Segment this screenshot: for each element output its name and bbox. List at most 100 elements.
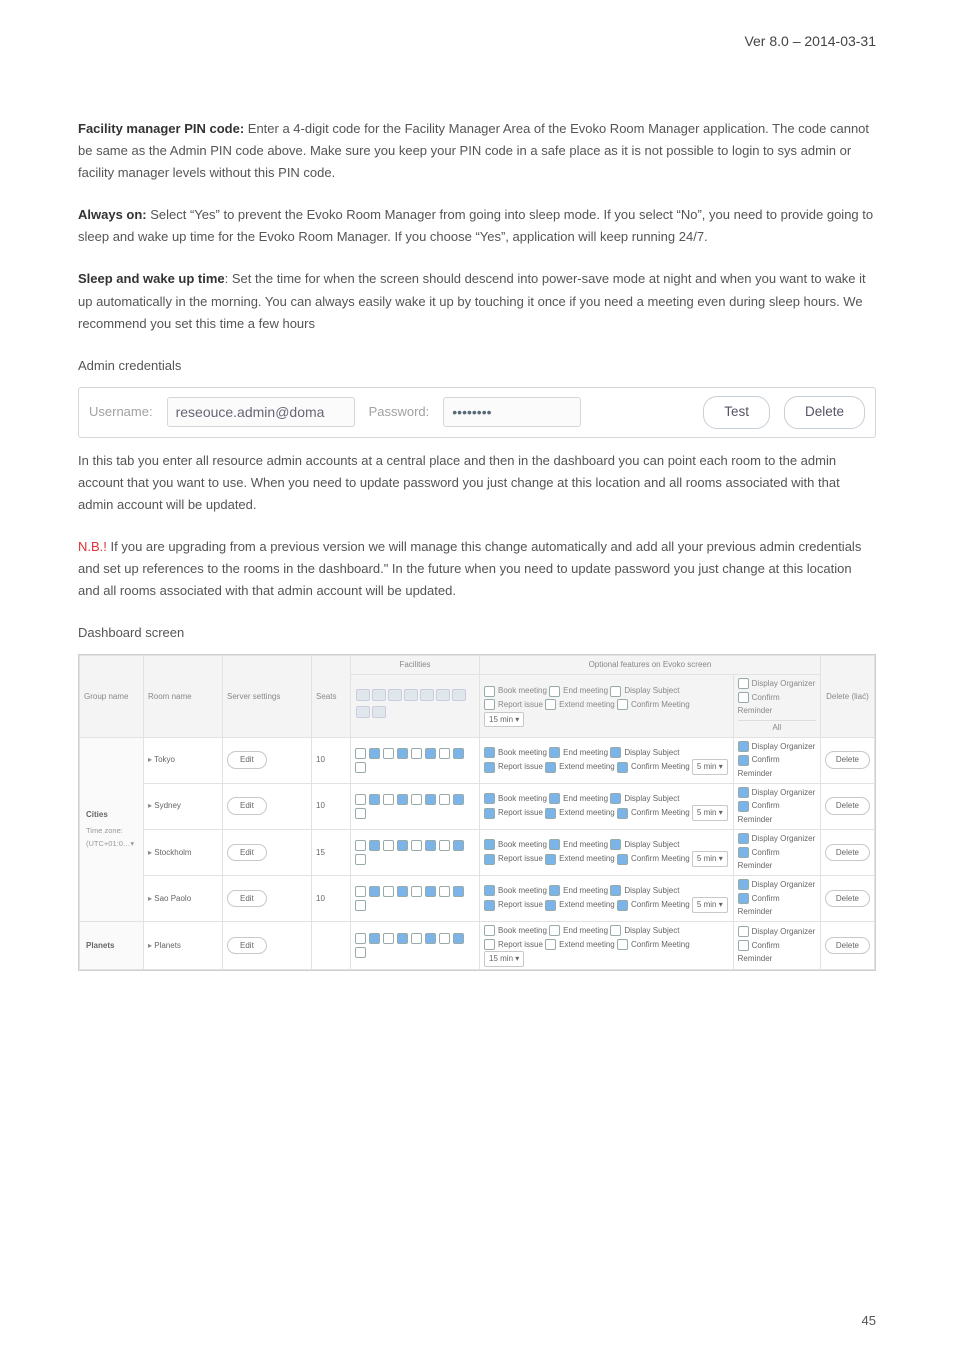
facility-check[interactable]: [425, 933, 436, 944]
opt-check[interactable]: [617, 900, 628, 911]
opt-check[interactable]: [617, 854, 628, 865]
username-input[interactable]: [167, 397, 355, 427]
test-button[interactable]: Test: [703, 396, 770, 429]
facility-check[interactable]: [383, 886, 394, 897]
delete-button[interactable]: Delete: [784, 396, 865, 429]
opt-check[interactable]: [610, 925, 621, 936]
minutes-select[interactable]: 5 min ▾: [692, 805, 728, 821]
opt-check[interactable]: [545, 939, 556, 950]
opt-check[interactable]: [738, 741, 749, 752]
edit-button[interactable]: Edit: [227, 937, 267, 955]
password-input[interactable]: [443, 397, 581, 427]
facility-check[interactable]: [383, 840, 394, 851]
opt-check[interactable]: [484, 793, 495, 804]
opt-check[interactable]: [610, 747, 621, 758]
facility-check[interactable]: [383, 933, 394, 944]
row-delete-button[interactable]: Delete: [825, 751, 870, 769]
opt-check[interactable]: [549, 747, 560, 758]
row-delete-button[interactable]: Delete: [825, 797, 870, 815]
edit-button[interactable]: Edit: [227, 890, 267, 908]
facility-check[interactable]: [397, 886, 408, 897]
facility-check[interactable]: [369, 933, 380, 944]
opt-check[interactable]: [610, 839, 621, 850]
facility-check[interactable]: [453, 748, 464, 759]
opt-check[interactable]: [549, 925, 560, 936]
opt-check[interactable]: [549, 839, 560, 850]
facility-check[interactable]: [411, 840, 422, 851]
opt-check[interactable]: [738, 940, 749, 951]
facility-check[interactable]: [355, 854, 366, 865]
facility-check[interactable]: [411, 933, 422, 944]
opt-check[interactable]: [738, 801, 749, 812]
facility-check[interactable]: [453, 840, 464, 851]
opt-check[interactable]: [545, 808, 556, 819]
opt-check[interactable]: [484, 925, 495, 936]
facility-check[interactable]: [355, 947, 366, 958]
facility-check[interactable]: [397, 840, 408, 851]
opt-check[interactable]: [484, 885, 495, 896]
facility-check[interactable]: [453, 933, 464, 944]
facility-check[interactable]: [453, 886, 464, 897]
minutes-select[interactable]: 5 min ▾: [692, 851, 728, 867]
opt-check[interactable]: [549, 793, 560, 804]
opt-check[interactable]: [617, 939, 628, 950]
opt-check[interactable]: [738, 879, 749, 890]
edit-button[interactable]: Edit: [227, 797, 267, 815]
facility-check[interactable]: [355, 794, 366, 805]
facility-check[interactable]: [397, 748, 408, 759]
row-delete-button[interactable]: Delete: [825, 844, 870, 862]
minutes-select[interactable]: 5 min ▾: [692, 759, 728, 775]
facility-check[interactable]: [453, 794, 464, 805]
opt-check[interactable]: [484, 854, 495, 865]
opt-check[interactable]: [738, 833, 749, 844]
opt-check[interactable]: [484, 900, 495, 911]
facility-check[interactable]: [383, 794, 394, 805]
facility-check[interactable]: [355, 762, 366, 773]
facility-check[interactable]: [425, 840, 436, 851]
facility-check[interactable]: [355, 748, 366, 759]
facility-check[interactable]: [355, 900, 366, 911]
row-delete-button[interactable]: Delete: [825, 890, 870, 908]
facility-check[interactable]: [369, 794, 380, 805]
opt-check[interactable]: [738, 893, 749, 904]
edit-button[interactable]: Edit: [227, 751, 267, 769]
minutes-select[interactable]: 5 min ▾: [692, 897, 728, 913]
opt-check[interactable]: [484, 747, 495, 758]
edit-button[interactable]: Edit: [227, 844, 267, 862]
opt-check[interactable]: [617, 808, 628, 819]
minutes-select[interactable]: 15 min ▾: [484, 951, 524, 967]
facility-check[interactable]: [355, 933, 366, 944]
facility-check[interactable]: [411, 886, 422, 897]
opt-check[interactable]: [610, 793, 621, 804]
opt-check[interactable]: [738, 755, 749, 766]
opt-check[interactable]: [738, 847, 749, 858]
facility-check[interactable]: [425, 748, 436, 759]
facility-check[interactable]: [369, 840, 380, 851]
facility-check[interactable]: [439, 748, 450, 759]
facility-check[interactable]: [439, 840, 450, 851]
facility-check[interactable]: [383, 748, 394, 759]
facility-check[interactable]: [355, 886, 366, 897]
opt-check[interactable]: [545, 900, 556, 911]
facility-check[interactable]: [439, 886, 450, 897]
opt-check[interactable]: [549, 885, 560, 896]
opt-check[interactable]: [617, 762, 628, 773]
facility-check[interactable]: [369, 748, 380, 759]
facility-check[interactable]: [411, 794, 422, 805]
facility-check[interactable]: [355, 840, 366, 851]
row-delete-button[interactable]: Delete: [825, 937, 870, 955]
opt-check[interactable]: [484, 839, 495, 850]
opt-check[interactable]: [610, 885, 621, 896]
opt-check[interactable]: [484, 762, 495, 773]
facility-check[interactable]: [411, 748, 422, 759]
opt-check[interactable]: [545, 854, 556, 865]
facility-check[interactable]: [369, 886, 380, 897]
opt-check[interactable]: [484, 808, 495, 819]
sel-min15[interactable]: 15 min ▾: [484, 712, 524, 728]
opt-check[interactable]: [738, 926, 749, 937]
facility-check[interactable]: [355, 808, 366, 819]
opt-check[interactable]: [484, 939, 495, 950]
facility-check[interactable]: [439, 933, 450, 944]
facility-check[interactable]: [425, 886, 436, 897]
facility-check[interactable]: [439, 794, 450, 805]
